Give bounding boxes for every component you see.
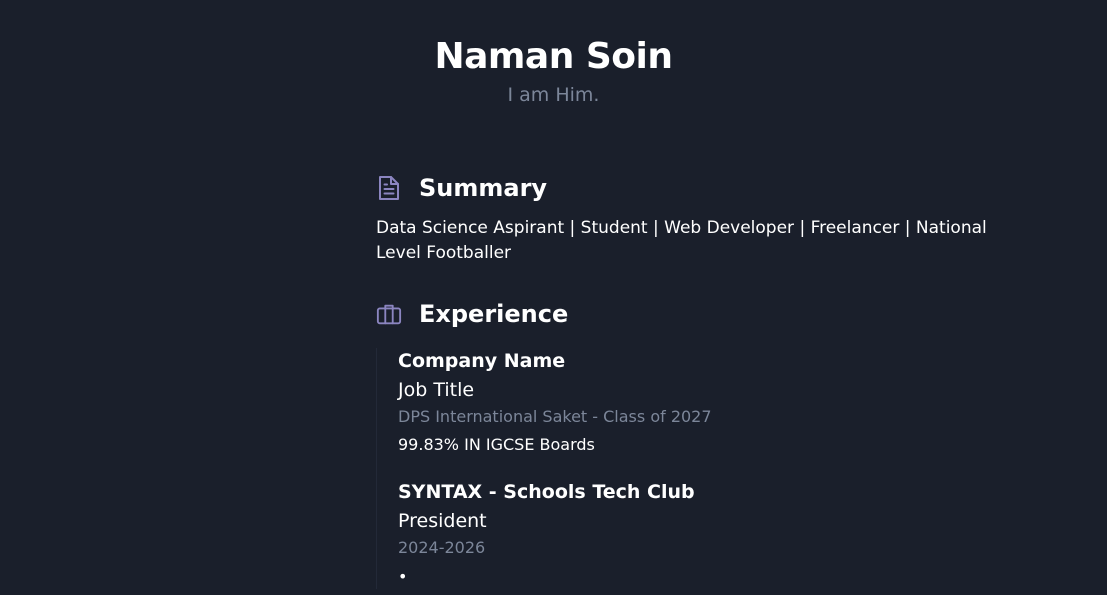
- profile-name: Naman Soin: [434, 36, 673, 77]
- summary-header: Summary: [376, 170, 1036, 206]
- company-name: Company Name: [398, 350, 566, 372]
- company-name: SYNTAX - Schools Tech Club: [398, 481, 695, 503]
- job-title: Job Title: [398, 379, 475, 401]
- experience-list: Company Name Job Title DPS International…: [376, 348, 1036, 589]
- resume-content: Summary Data Science Aspirant | Student …: [376, 170, 1036, 595]
- profile-tagline: I am Him.: [507, 84, 600, 106]
- experience-bullet: •: [398, 567, 408, 586]
- document-icon: [376, 174, 402, 202]
- summary-text: Data Science Aspirant | Student | Web De…: [376, 218, 987, 263]
- summary-section: Summary Data Science Aspirant | Student …: [376, 170, 1036, 266]
- experience-title: Experience: [419, 300, 569, 328]
- summary-title: Summary: [419, 174, 548, 202]
- job-title: President: [398, 510, 487, 532]
- experience-meta: DPS International Saket - Class of 2027: [398, 407, 712, 426]
- profile-header: Naman Soin I am Him.: [0, 34, 1107, 108]
- experience-header: Experience: [376, 296, 1036, 332]
- resume-page: Naman Soin I am Him. Summary Data Scienc…: [0, 0, 1107, 595]
- experience-item: SYNTAX - Schools Tech Club President 202…: [398, 479, 1036, 589]
- experience-section: Experience Company Name Job Title DPS In…: [376, 296, 1036, 589]
- experience-meta: 2024-2026: [398, 538, 486, 557]
- experience-description: 99.83% IN IGCSE Boards: [398, 435, 595, 454]
- experience-item: Company Name Job Title DPS International…: [398, 348, 1036, 457]
- briefcase-icon: [376, 300, 402, 328]
